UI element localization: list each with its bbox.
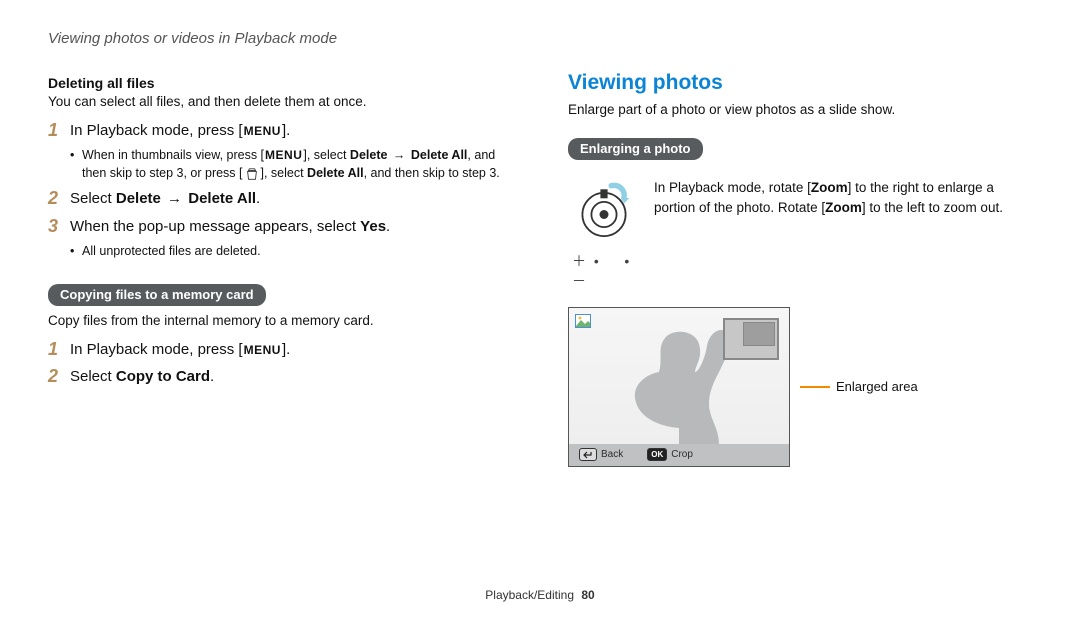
zoom-dial-icon — [568, 178, 640, 245]
zoom-description: In Playback mode, rotate [Zoom] to the r… — [654, 178, 1032, 219]
step-text: In Playback mode, press [ — [70, 122, 243, 139]
copying-intro: Copy files from the internal memory to a… — [48, 312, 512, 331]
t: ], select — [303, 148, 350, 162]
crop-label: Crop — [671, 449, 693, 460]
sub-bullets: All unprotected files are deleted. — [70, 242, 390, 260]
step-number: 2 — [48, 366, 70, 388]
t: Select — [70, 190, 116, 207]
viewing-photos-title: Viewing photos — [568, 71, 1032, 95]
copy-step-1: 1 In Playback mode, press [MENU]. — [48, 339, 512, 361]
plus-icon: ＋ — [572, 253, 588, 269]
two-column-layout: Deleting all files You can select all fi… — [48, 75, 1032, 467]
return-key-icon — [579, 448, 597, 461]
step-number: 1 — [48, 339, 70, 361]
copying-files-pill: Copying files to a memory card — [48, 284, 266, 306]
t: Delete All — [411, 148, 468, 162]
t: Delete All — [307, 166, 364, 180]
t: Zoom — [825, 200, 862, 215]
t: Yes — [360, 218, 386, 235]
sub-bullet: All unprotected files are deleted. — [70, 242, 390, 260]
minus-icon: － — [572, 273, 588, 289]
zoom-dial-column: ＋ • • － — [568, 178, 640, 291]
enlarged-area-label: Enlarged area — [836, 379, 918, 394]
back-button: Back — [579, 448, 623, 461]
right-column: Viewing photos Enlarge part of a photo o… — [568, 75, 1032, 467]
step-number: 3 — [48, 216, 70, 238]
t: In Playback mode, press [ — [70, 341, 243, 358]
arrow: → — [389, 148, 408, 162]
enlarging-pill: Enlarging a photo — [568, 138, 703, 160]
back-label: Back — [601, 449, 623, 460]
t: Select — [70, 368, 116, 385]
t: When the pop-up message appears, select — [70, 218, 360, 235]
dot: • — [594, 253, 601, 269]
t: Delete — [116, 190, 161, 207]
copy-steps: 1 In Playback mode, press [MENU]. 2 Sele… — [48, 339, 512, 389]
left-column: Deleting all files You can select all fi… — [48, 75, 512, 467]
t: ]. — [282, 341, 290, 358]
deleting-all-files-intro: You can select all files, and then delet… — [48, 93, 512, 112]
t: ] to the left to zoom out. — [862, 200, 1003, 215]
t: . — [386, 218, 390, 235]
crop-button: OK Crop — [647, 448, 693, 461]
step-body: Select Copy to Card. — [70, 366, 214, 388]
step-body: In Playback mode, press [MENU]. When in … — [70, 120, 512, 182]
ok-key-icon: OK — [647, 448, 667, 461]
step-body: In Playback mode, press [MENU]. — [70, 339, 290, 361]
t: ], select — [261, 166, 308, 180]
delete-step-3: 3 When the pop-up message appears, selec… — [48, 216, 512, 260]
t: , and then skip to step 3. — [364, 166, 500, 180]
delete-steps: 1 In Playback mode, press [MENU]. When i… — [48, 120, 512, 260]
enlarged-area-indicator — [723, 318, 779, 360]
delete-step-1: 1 In Playback mode, press [MENU]. When i… — [48, 120, 512, 182]
delete-step-2: 2 Select Delete → Delete All. — [48, 188, 512, 210]
t: In Playback mode, rotate [ — [654, 180, 811, 195]
step-number: 1 — [48, 120, 70, 142]
t: When in thumbnails view, press [ — [82, 148, 264, 162]
arrow: → — [163, 190, 186, 207]
t: Zoom — [811, 180, 848, 195]
menu-button-label: MENU — [243, 123, 282, 140]
step-body: Select Delete → Delete All. — [70, 188, 260, 210]
zoom-block: ＋ • • － In Playback mode, rotate [Zoom] … — [568, 178, 1032, 291]
menu-button-label: MENU — [264, 147, 303, 164]
sub-bullets: When in thumbnails view, press [MENU], s… — [70, 146, 512, 183]
copy-step-2: 2 Select Copy to Card. — [48, 366, 512, 388]
running-head: Viewing photos or videos in Playback mod… — [48, 30, 1032, 47]
enlarged-area-inner — [743, 322, 775, 346]
t: . — [256, 190, 260, 207]
viewing-photos-intro: Enlarge part of a photo or view photos a… — [568, 101, 1032, 120]
t: Delete — [350, 148, 388, 162]
step-number: 2 — [48, 188, 70, 210]
page-footer: Playback/Editing 80 — [0, 588, 1080, 602]
t: Delete All — [188, 190, 256, 207]
step-body: When the pop-up message appears, select … — [70, 216, 390, 260]
t: Copy to Card — [116, 368, 210, 385]
footer-section: Playback/Editing — [485, 588, 574, 602]
dot: • — [624, 253, 631, 269]
menu-button-label: MENU — [243, 342, 282, 359]
step-text: ]. — [282, 122, 290, 139]
deleting-all-files-heading: Deleting all files — [48, 75, 512, 91]
camera-screen-illustration: Back OK Crop — [568, 307, 790, 467]
zoom-plus-minus: ＋ • • － — [568, 251, 640, 291]
trash-icon — [243, 167, 261, 181]
screen-illustration-row: Back OK Crop Enlarged area — [568, 307, 1032, 467]
page: Viewing photos or videos in Playback mod… — [0, 0, 1080, 630]
t: . — [210, 368, 214, 385]
page-number: 80 — [581, 588, 594, 602]
callout-line — [800, 386, 830, 388]
callout: Enlarged area — [800, 379, 918, 394]
sub-bullet: When in thumbnails view, press [MENU], s… — [70, 146, 512, 183]
screen-bottom-bar: Back OK Crop — [569, 444, 789, 466]
